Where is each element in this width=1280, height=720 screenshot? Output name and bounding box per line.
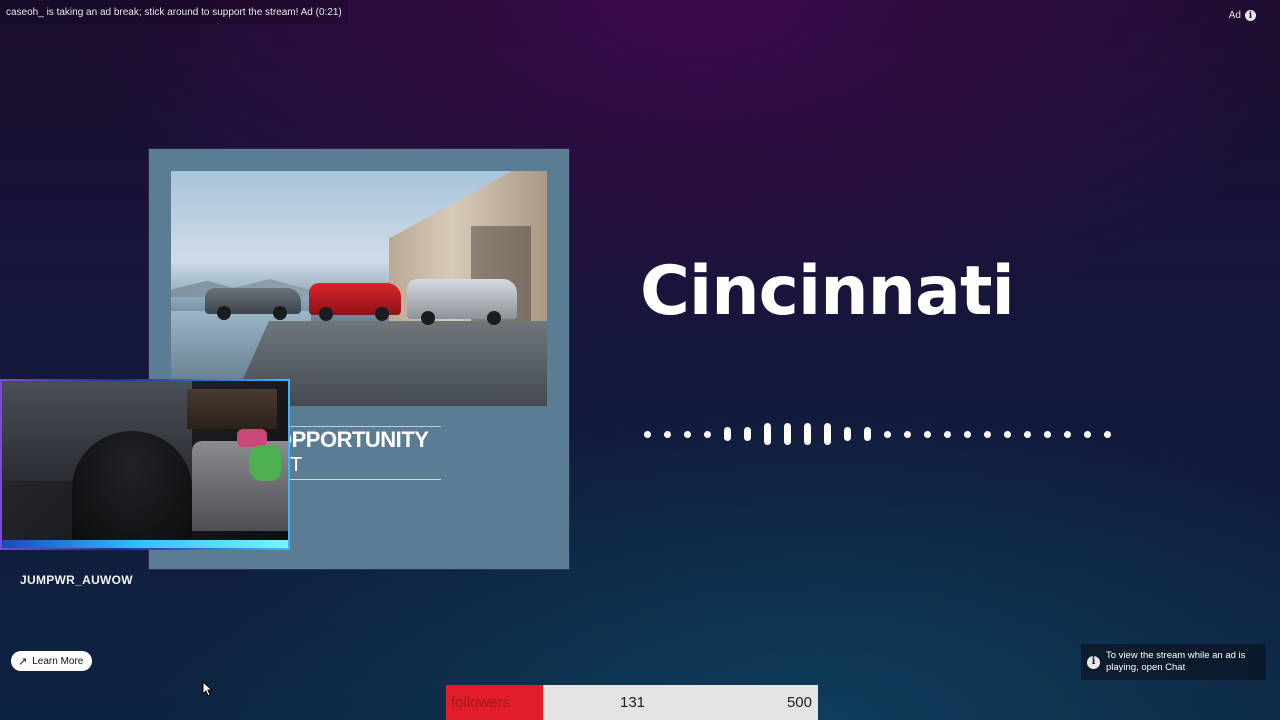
audio-bar	[824, 423, 831, 445]
learn-more-button[interactable]: ↗ Learn More	[11, 651, 93, 671]
audio-bar	[1004, 430, 1011, 438]
audio-bar	[844, 427, 851, 441]
followers-current: 131	[620, 694, 646, 711]
audio-bar	[644, 430, 651, 438]
audio-bar	[1064, 430, 1071, 438]
audio-bar	[704, 430, 711, 438]
audio-bar	[944, 430, 951, 438]
audio-bar	[1044, 430, 1051, 438]
audio-bar	[864, 427, 871, 441]
audio-bar	[664, 430, 671, 438]
learn-more-label: Learn More	[32, 655, 84, 667]
info-icon[interactable]: i	[1245, 10, 1256, 21]
audio-bar	[1084, 430, 1091, 438]
audio-visualizer	[644, 414, 1111, 454]
audio-bar	[724, 427, 731, 441]
audio-bar	[1024, 430, 1031, 438]
audio-bar	[964, 430, 971, 438]
followers-label: followers	[451, 694, 511, 711]
info-icon: i	[1087, 655, 1100, 669]
audio-bar	[1104, 430, 1111, 438]
audio-bar	[804, 423, 811, 445]
ad-headline: OPPORTUNITY	[275, 427, 429, 452]
ad-car-image	[171, 171, 547, 406]
followers-goal: 500	[786, 694, 812, 711]
audio-bar	[924, 430, 931, 438]
streamer-name: JUMPWR_AUWOW	[20, 573, 133, 587]
audio-bar	[764, 423, 771, 445]
chat-tip-text: To view the stream while an ad is playin…	[1106, 650, 1246, 673]
audio-bar	[884, 430, 891, 438]
city-title: Cincinnati	[640, 252, 1015, 331]
ad-divider	[275, 479, 441, 480]
chat-tip[interactable]: i To view the stream while an ad is play…	[1081, 644, 1266, 680]
ad-tag[interactable]: Ad i	[1229, 10, 1256, 21]
audio-bar	[784, 423, 791, 445]
audio-bar	[984, 430, 991, 438]
ad-label: Ad	[1228, 10, 1241, 21]
external-arrow-icon: ↗	[18, 654, 28, 668]
webcam-overlay	[0, 379, 290, 550]
audio-bar	[904, 430, 911, 438]
mouse-cursor-icon	[202, 681, 214, 697]
audio-bar	[744, 427, 751, 441]
ad-break-notice: caseoh_ is taking an ad break; stick aro…	[0, 0, 348, 24]
followers-goal-bar: followers 131 500	[446, 685, 818, 720]
audio-bar	[684, 430, 691, 438]
